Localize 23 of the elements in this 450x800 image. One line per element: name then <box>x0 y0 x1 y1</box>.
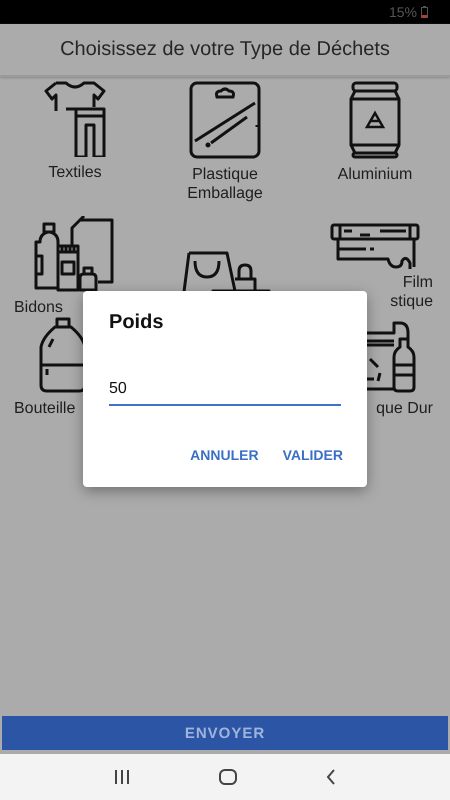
dialog-title: Poids <box>109 311 164 334</box>
category-label[interactable]: Plastique <box>192 165 258 184</box>
category-label[interactable]: Film <box>402 273 433 292</box>
category-label[interactable]: Bidons <box>14 298 63 317</box>
dialog-button[interactable]: ANNULER <box>182 439 267 471</box>
page-title: Choisissez de votre Type de Déchets <box>60 38 390 61</box>
category-label[interactable]: que Dur <box>376 399 433 418</box>
battery-percent: 15% <box>388 4 417 20</box>
category-label[interactable]: Bouteille <box>14 399 76 418</box>
category-label[interactable]: Textiles <box>48 163 102 182</box>
back-icon[interactable] <box>326 769 336 785</box>
can-icon[interactable] <box>349 81 401 159</box>
home-icon[interactable] <box>218 769 237 785</box>
category-label[interactable]: stique <box>390 292 433 311</box>
recent-apps-icon[interactable] <box>114 770 130 784</box>
battery-icon <box>421 6 428 18</box>
clothes-icon[interactable] <box>42 81 108 157</box>
category-label[interactable]: Aluminium <box>338 165 412 184</box>
category-label[interactable]: Emballage <box>187 184 263 203</box>
canisters-icon[interactable] <box>34 216 116 292</box>
packaging-icon[interactable] <box>189 81 261 159</box>
dialog-button[interactable]: VALIDER <box>274 439 351 471</box>
weight-input[interactable]: 50 <box>109 374 341 406</box>
